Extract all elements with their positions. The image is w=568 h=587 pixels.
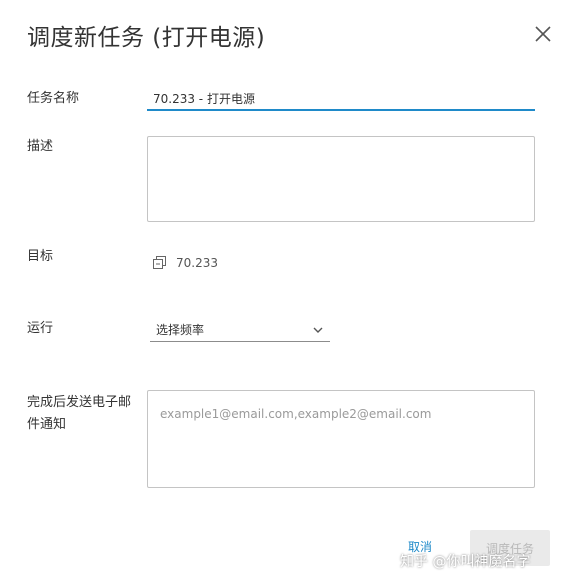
dialog-title: 调度新任务 (打开电源) <box>27 25 266 51</box>
frequency-select-value: 选择频率 <box>156 323 205 337</box>
close-button[interactable] <box>533 24 553 44</box>
vm-icon <box>153 256 166 269</box>
email-textarea[interactable] <box>147 390 535 488</box>
description-label: 描述 <box>27 139 54 154</box>
task-name-label: 任务名称 <box>27 91 80 106</box>
watermark: 知乎 @你叫神魔名字 <box>400 554 531 570</box>
target-value: 70.233 <box>176 255 218 270</box>
chevron-down-icon <box>313 327 323 333</box>
target-label: 目标 <box>27 249 54 264</box>
schedule-task-dialog: 调度新任务 (打开电源) 任务名称 描述 目标 70.233 运行 选择频率 完… <box>0 0 568 587</box>
task-name-input[interactable] <box>147 87 535 111</box>
description-textarea[interactable] <box>147 136 535 222</box>
close-icon <box>535 26 551 42</box>
email-label: 完成后发送电子邮件通知 <box>27 395 132 432</box>
run-label: 运行 <box>27 321 54 336</box>
frequency-select[interactable]: 选择频率 <box>150 318 330 342</box>
target-value-row: 70.233 <box>152 255 218 270</box>
